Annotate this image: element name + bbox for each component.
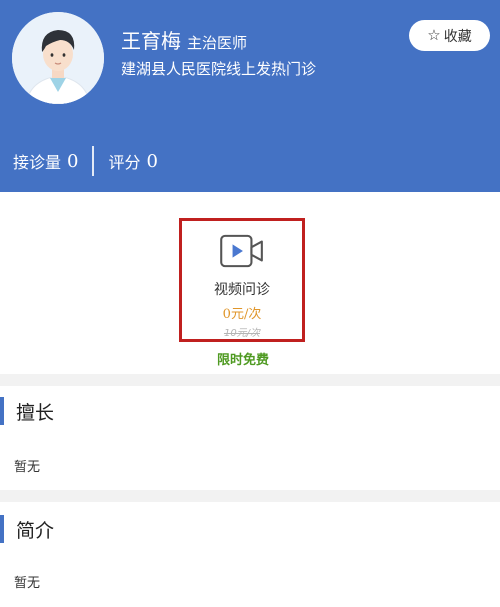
specialty-header: 擅长 xyxy=(0,397,54,425)
service-original-price: 10元/次 xyxy=(223,328,261,339)
star-outline-icon: ☆ xyxy=(427,26,441,44)
intro-content: 暂无 xyxy=(14,576,41,591)
doctor-hospital: 建湖县人民医院线上发热门诊 xyxy=(121,60,317,78)
doctor-name-line: 王育梅 主治医师 xyxy=(121,25,247,54)
rating-value: 0 xyxy=(146,150,158,172)
service-name: 视频问诊 xyxy=(214,282,270,298)
intro-header: 简介 xyxy=(0,515,54,543)
doctor-avatar xyxy=(12,12,104,104)
section-gap xyxy=(0,374,500,386)
doctor-title: 主治医师 xyxy=(187,34,248,52)
video-camera-icon xyxy=(220,234,263,268)
specialty-title: 擅长 xyxy=(16,401,55,424)
consult-count-label: 接诊量 xyxy=(13,153,62,172)
section-accent-bar xyxy=(0,515,4,543)
favorite-button[interactable]: ☆ 收藏 xyxy=(409,20,490,51)
doctor-name: 王育梅 xyxy=(121,29,181,53)
service-price: 0元/次 xyxy=(222,307,262,322)
favorite-button-label: 收藏 xyxy=(443,28,472,45)
section-gap xyxy=(0,490,500,502)
specialty-content: 暂无 xyxy=(14,460,41,475)
intro-title: 简介 xyxy=(16,519,55,542)
doctor-stats: 接诊量 0 评分 0 xyxy=(13,146,158,176)
promo-label: 限时免费 xyxy=(216,353,269,368)
doctor-header: 王育梅 主治医师 建湖县人民医院线上发热门诊 ☆ 收藏 接诊量 0 评分 0 xyxy=(0,0,500,192)
doctor-avatar-illustration xyxy=(12,12,104,104)
video-consult-card[interactable]: 视频问诊 0元/次 10元/次 xyxy=(179,218,305,342)
rating-label: 评分 xyxy=(108,153,141,172)
section-accent-bar xyxy=(0,397,4,425)
consult-count-value: 0 xyxy=(67,150,79,172)
stats-divider xyxy=(92,146,95,176)
